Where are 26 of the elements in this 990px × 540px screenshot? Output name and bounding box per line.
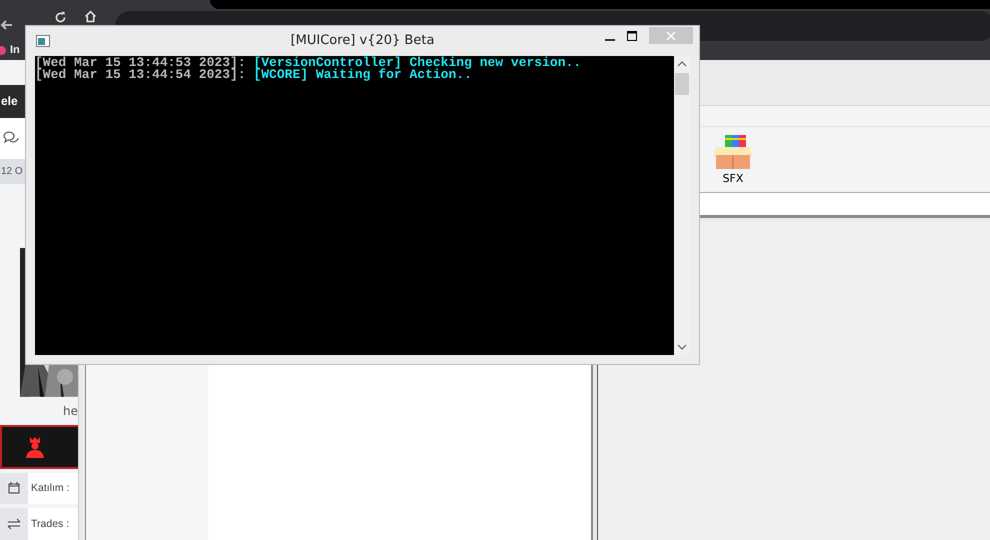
calendar-icon — [8, 482, 20, 494]
scroll-down-icon[interactable] — [677, 344, 687, 350]
info-label: Trades : — [28, 508, 78, 540]
close-icon — [666, 30, 676, 40]
info-label: Katılım : — [28, 472, 78, 504]
back-arrow-icon[interactable] — [0, 18, 14, 32]
reload-icon[interactable] — [54, 11, 67, 24]
log-timestamp: [Wed Mar 15 13:44:53 2023]: — [35, 55, 246, 70]
maximize-icon[interactable] — [627, 31, 637, 41]
box-icon — [712, 134, 754, 168]
home-icon[interactable] — [84, 10, 97, 23]
caption-text: he — [63, 404, 78, 418]
log-message: [VersionController] Checking new version.. — [253, 55, 582, 70]
ribbon-button[interactable]: SFX — [712, 134, 754, 184]
swap-icon — [7, 518, 21, 530]
window-title: [MUICore] v{20} Beta — [290, 33, 434, 48]
scrollbar[interactable] — [674, 56, 690, 355]
bookmark-link[interactable]: In — [10, 44, 20, 56]
scroll-thumb[interactable] — [675, 73, 689, 95]
scroll-up-icon[interactable] — [677, 61, 687, 67]
chat-icon[interactable] — [3, 131, 19, 146]
king-icon — [24, 436, 46, 458]
console-icon — [36, 35, 50, 47]
log-timestamp: [Wed Mar 15 13:44:54 2023]: — [35, 67, 246, 82]
date-text: 12 O — [1, 166, 23, 178]
banner-text: ele — [1, 94, 18, 108]
